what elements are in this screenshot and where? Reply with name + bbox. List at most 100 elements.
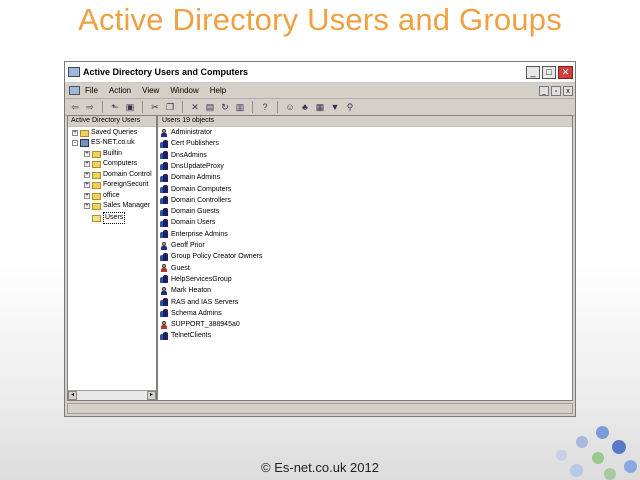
collapse-icon[interactable]: - <box>72 140 78 146</box>
expand-icon[interactable]: + <box>84 203 90 209</box>
user-icon <box>160 128 168 137</box>
list-item[interactable]: Enterprise Admins <box>160 229 228 240</box>
menu-view[interactable]: View <box>142 86 159 95</box>
expand-icon[interactable]: + <box>84 151 90 157</box>
expand-icon[interactable]: + <box>84 193 90 199</box>
list-item[interactable]: Domain Computers <box>160 184 231 195</box>
open-folder-icon <box>92 214 101 222</box>
list-item[interactable]: Mark Heaton <box>160 285 211 296</box>
decorative-dots <box>548 420 640 480</box>
decor-dot <box>596 426 609 439</box>
expand-icon[interactable]: + <box>84 172 90 178</box>
list-item[interactable]: Domain Admins <box>160 172 220 183</box>
properties-icon[interactable]: ▤ <box>204 102 216 113</box>
group-icon <box>160 162 168 171</box>
list-item[interactable]: Schema Admins <box>160 308 222 319</box>
forward-icon[interactable]: ⇨ <box>84 102 96 113</box>
delete-icon[interactable]: ✕ <box>189 102 201 113</box>
menu-window[interactable]: Window <box>170 86 198 95</box>
find-icon[interactable]: ⚲ <box>344 102 356 113</box>
aduc-window: Active Directory Users and Computers _ □… <box>64 61 576 417</box>
help-icon[interactable]: ? <box>259 102 271 113</box>
tree-item-users[interactable]: Users <box>92 212 126 224</box>
list-item[interactable]: Group Policy Creator Owners <box>160 251 262 262</box>
list-item-label: Mark Heaton <box>171 287 212 295</box>
tree-item-label: ES-NET.co.uk <box>91 139 135 146</box>
window-titlebar[interactable]: Active Directory Users and Computers _ □… <box>65 62 575 83</box>
tree-item-label: Saved Queries <box>91 129 138 136</box>
details-pane[interactable]: Users 19 objects Administrator Cert Publi… <box>157 115 573 401</box>
expand-icon[interactable]: + <box>84 182 90 188</box>
export-icon[interactable]: ▥ <box>234 102 246 113</box>
child-minimize-icon[interactable]: _ <box>539 85 549 96</box>
refresh-icon[interactable]: ↻ <box>219 102 231 113</box>
console-icon[interactable] <box>69 86 80 95</box>
child-close-icon[interactable]: x <box>563 85 573 96</box>
slide-footer: © Es-net.co.uk 2012 <box>261 460 379 475</box>
new-user-icon[interactable]: ☺ <box>284 102 296 113</box>
list-item[interactable]: Geoff Prior <box>160 240 205 251</box>
tree-pane[interactable]: Active Directory Users + Saved Queries -… <box>67 115 157 401</box>
group-icon <box>160 252 168 261</box>
show-hide-tree-icon[interactable]: ▣ <box>124 102 136 113</box>
child-restore-icon[interactable]: ▫ <box>551 85 561 96</box>
list-item[interactable]: DnsAdmins <box>160 150 207 161</box>
maximize-button[interactable]: □ <box>542 65 556 79</box>
up-icon[interactable]: ⬑ <box>109 102 121 113</box>
list-item[interactable]: Cert Publishers <box>160 138 219 149</box>
tree-item-label: ForeignSecurit <box>103 181 149 188</box>
decor-dot <box>570 464 583 477</box>
menu-file[interactable]: File <box>85 86 98 95</box>
window-title: Active Directory Users and Computers <box>83 67 249 77</box>
menu-action[interactable]: Action <box>109 86 131 95</box>
user-icon <box>160 241 168 250</box>
list-item-label: SUPPORT_388945a0 <box>171 321 240 329</box>
list-item[interactable]: Guest <box>160 263 190 274</box>
menu-bar: File Action View Window Help _ ▫ x <box>65 83 575 99</box>
list-item-label: Domain Admins <box>171 174 221 182</box>
group-icon <box>160 207 168 216</box>
list-item[interactable]: RAS and IAS Servers <box>160 297 238 308</box>
filter-icon[interactable]: ▼ <box>329 102 341 113</box>
close-button[interactable]: ✕ <box>558 65 573 79</box>
list-item[interactable]: Domain Guests <box>160 206 219 217</box>
decor-dot <box>612 440 626 454</box>
list-item-label: DnsUpdateProxy <box>171 162 224 170</box>
copy-icon[interactable]: ❐ <box>164 102 176 113</box>
list-item-label: Enterprise Admins <box>171 230 228 238</box>
expand-icon[interactable]: + <box>72 130 78 136</box>
list-item[interactable]: Domain Users <box>160 217 215 228</box>
list-item[interactable]: SUPPORT_388945a0 <box>160 319 240 330</box>
tree-item-office[interactable]: + office <box>84 191 120 201</box>
new-ou-icon[interactable]: ▦ <box>314 102 326 113</box>
menu-help[interactable]: Help <box>210 86 226 95</box>
list-item[interactable]: TelnetClients <box>160 330 211 341</box>
list-item-label: Domain Users <box>171 219 216 227</box>
group-icon <box>160 185 168 193</box>
new-group-icon[interactable]: ♣ <box>299 102 311 113</box>
folder-icon <box>92 181 101 189</box>
tree-item-saved-queries[interactable]: + Saved Queries <box>72 128 137 138</box>
list-item[interactable]: Domain Controllers <box>160 195 231 206</box>
tree-item-builtin[interactable]: + Builtin <box>84 149 122 159</box>
tree-item-computers[interactable]: + Computers <box>84 159 137 169</box>
expand-icon[interactable]: + <box>84 161 90 167</box>
scroll-right-icon[interactable]: ▸ <box>147 391 156 400</box>
decor-dot <box>556 450 567 461</box>
back-icon[interactable]: ⇦ <box>69 102 81 113</box>
list-item[interactable]: DnsUpdateProxy <box>160 161 224 172</box>
tree-item-label: office <box>103 192 120 199</box>
minimize-button[interactable]: _ <box>526 65 540 79</box>
domain-icon <box>80 139 89 147</box>
list-item[interactable]: Administrator <box>160 127 212 138</box>
group-icon <box>160 275 168 284</box>
cut-icon[interactable]: ✂ <box>149 102 161 113</box>
tree-horizontal-scrollbar[interactable]: ◂ ▸ <box>68 390 156 400</box>
tree-item-domain[interactable]: - ES-NET.co.uk <box>72 138 135 148</box>
console-panes: Active Directory Users + Saved Queries -… <box>67 115 573 401</box>
scroll-left-icon[interactable]: ◂ <box>68 391 77 400</box>
tree-item-foreign-security[interactable]: + ForeignSecurit <box>84 180 149 190</box>
tree-item-domain-controllers[interactable]: + Domain Control <box>84 170 152 180</box>
tree-item-sales-manager[interactable]: + Sales Manager <box>84 201 150 211</box>
list-item[interactable]: HelpServicesGroup <box>160 274 232 285</box>
